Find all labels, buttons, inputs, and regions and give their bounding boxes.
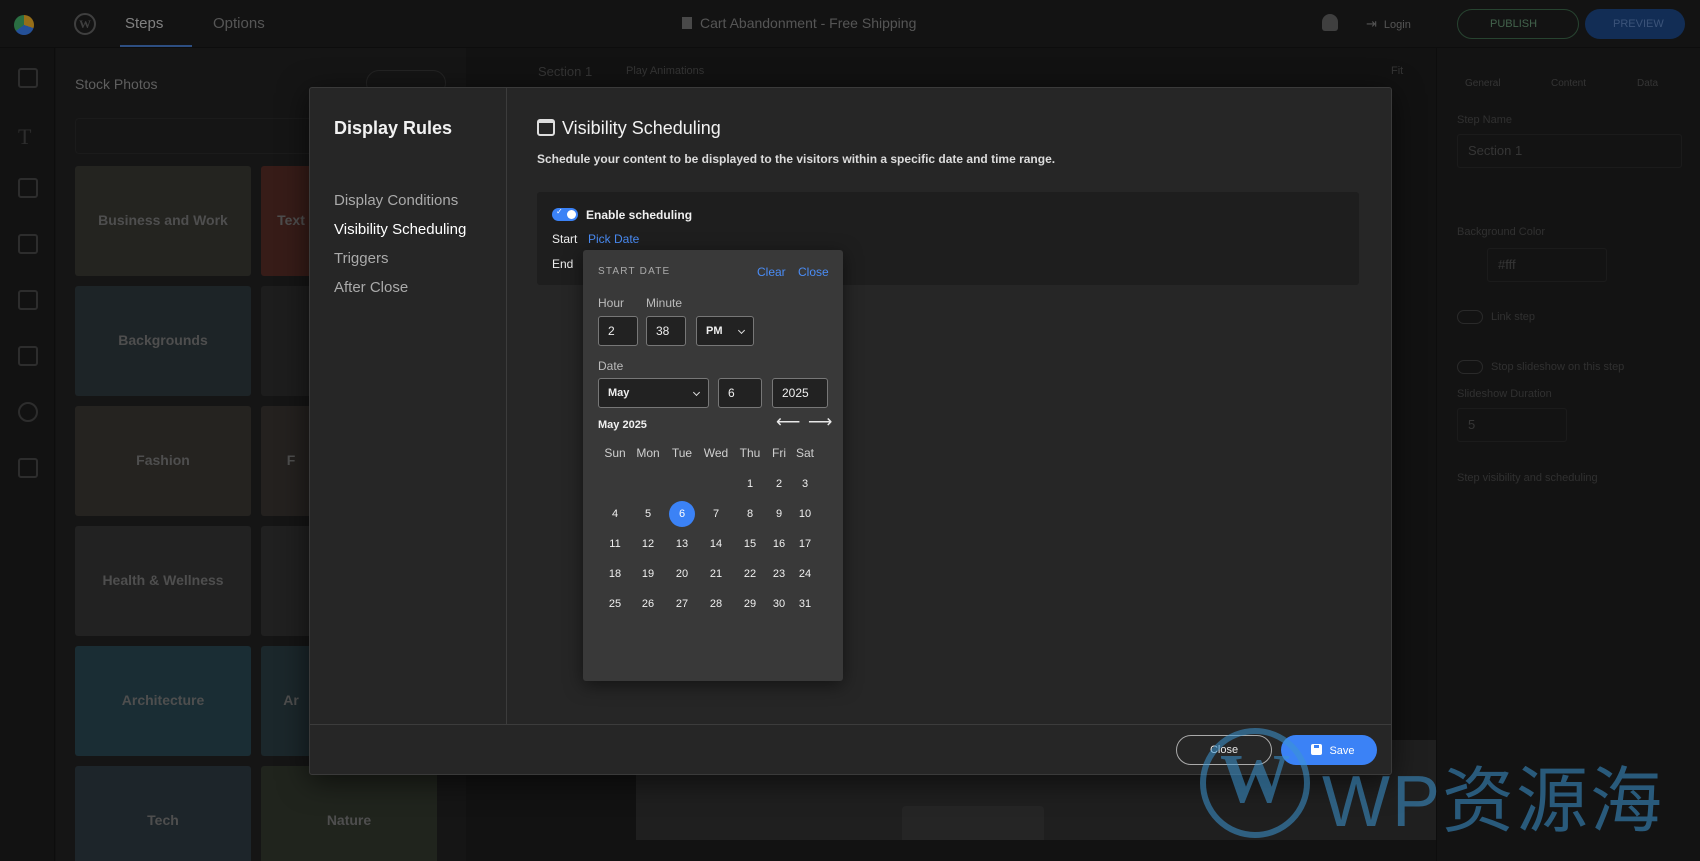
day-input[interactable]: 6 [718, 378, 762, 408]
calendar-day[interactable]: 4 [602, 501, 628, 527]
calendar-day[interactable]: 15 [737, 531, 763, 557]
month-value: May [608, 387, 630, 399]
weekday-label: Sat [795, 446, 814, 460]
calendar-day[interactable]: 31 [792, 591, 818, 617]
date-label: Date [598, 359, 624, 373]
ampm-value: PM [706, 325, 723, 337]
calendar-day[interactable]: 26 [635, 591, 661, 617]
calendar-day[interactable]: 25 [602, 591, 628, 617]
minute-input[interactable]: 38 [646, 316, 686, 346]
section-title-text: Visibility Scheduling [562, 118, 721, 138]
date-picker-popover: START DATE Clear Close Hour Minute 2 38 … [583, 250, 843, 681]
section-description: Schedule your content to be displayed to… [537, 152, 1056, 166]
calendar-day[interactable]: 24 [792, 561, 818, 587]
nav-display-conditions[interactable]: Display Conditions [334, 192, 458, 209]
start-label: Start [552, 232, 578, 246]
month-select[interactable]: May [598, 378, 709, 408]
calendar-day[interactable]: 28 [703, 591, 729, 617]
calendar-day[interactable]: 5 [635, 501, 661, 527]
modal-title: Display Rules [334, 118, 453, 138]
picker-close-button[interactable]: Close [798, 265, 829, 279]
modal-sidebar: Display Rules Display Conditions Visibil… [310, 88, 507, 724]
calendar-day[interactable]: 20 [669, 561, 695, 587]
end-label: End [552, 257, 574, 271]
calendar-day[interactable]: 11 [602, 531, 628, 557]
calendar-day[interactable]: 30 [766, 591, 792, 617]
watermark-text: WP资源海 [1322, 762, 1664, 842]
calendar-day[interactable]: 27 [669, 591, 695, 617]
calendar-day[interactable]: 1 [737, 471, 763, 497]
wordpress-logo-icon [1200, 728, 1310, 838]
calendar-day[interactable]: 12 [635, 531, 661, 557]
enable-scheduling-label: Enable scheduling [586, 208, 693, 222]
calendar-day[interactable]: 29 [737, 591, 763, 617]
ampm-select[interactable]: PM [696, 316, 754, 346]
calendar-day[interactable]: 14 [703, 531, 729, 557]
display-rules-modal: Display Rules Display Conditions Visibil… [309, 87, 1392, 775]
nav-after-close[interactable]: After Close [334, 279, 408, 296]
next-month-arrow-icon[interactable]: ⟶ [808, 412, 832, 432]
picker-title: START DATE [598, 266, 671, 277]
chevron-down-icon [692, 388, 701, 397]
calendar-month-year: May 2025 [598, 419, 647, 431]
calendar-day[interactable]: 17 [792, 531, 818, 557]
calendar-day[interactable]: 2 [766, 471, 792, 497]
pick-date-link[interactable]: Pick Date [588, 232, 639, 246]
hour-input[interactable]: 2 [598, 316, 638, 346]
chevron-down-icon [737, 326, 746, 335]
calendar-day[interactable]: 8 [737, 501, 763, 527]
calendar-day[interactable]: 9 [766, 501, 792, 527]
calendar-icon [537, 119, 555, 136]
nav-triggers[interactable]: Triggers [334, 250, 388, 267]
calendar-day[interactable]: 3 [792, 471, 818, 497]
calendar-day[interactable]: 18 [602, 561, 628, 587]
prev-month-arrow-icon[interactable]: ⟵ [776, 412, 800, 432]
app-window: W Steps Options Cart Abandonment - Free … [0, 0, 1700, 861]
nav-visibility-scheduling[interactable]: Visibility Scheduling [334, 221, 466, 238]
calendar-day[interactable]: 21 [703, 561, 729, 587]
calendar-day[interactable]: 16 [766, 531, 792, 557]
watermark: WP资源海 [1200, 728, 1680, 842]
enable-scheduling-toggle[interactable] [552, 207, 578, 221]
hour-label: Hour [598, 296, 625, 310]
section-title: Visibility Scheduling [537, 118, 721, 139]
minute-label: Minute [646, 296, 683, 310]
calendar-day[interactable]: 23 [766, 561, 792, 587]
picker-clear-button[interactable]: Clear [757, 265, 786, 279]
calendar-day[interactable]: 19 [635, 561, 661, 587]
calendar-day[interactable]: 7 [703, 501, 729, 527]
calendar-day[interactable]: 10 [792, 501, 818, 527]
calendar-day[interactable]: 22 [737, 561, 763, 587]
calendar-day[interactable]: 6 [669, 501, 695, 527]
year-input[interactable]: 2025 [772, 378, 828, 408]
calendar-day[interactable]: 13 [669, 531, 695, 557]
